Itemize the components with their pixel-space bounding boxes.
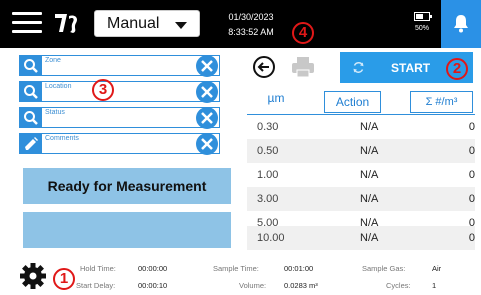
sample-time-label: Sample Time: [213, 264, 259, 273]
search-icon [20, 56, 42, 75]
callout-badge-4: 4 [292, 22, 314, 44]
chevron-down-icon [175, 22, 187, 29]
search-icon [20, 82, 42, 101]
start-label: START [391, 61, 431, 75]
table-row: 3.00 N/A 0 [247, 187, 475, 211]
close-icon [201, 60, 213, 72]
close-icon [201, 138, 213, 150]
table-row: 1.00 N/A 0 [247, 163, 475, 187]
table-row: 0.50 N/A 0 [247, 139, 475, 163]
zone-field[interactable]: Zone [19, 55, 220, 77]
size-cell: 3.00 [257, 193, 279, 205]
action-cell: N/A [360, 145, 379, 157]
back-button[interactable] [253, 56, 275, 78]
start-delay-value: 00:00:10 [138, 281, 168, 290]
bell-icon [454, 15, 468, 33]
top-bar: Manual 01/30/2023 8:33:52 AM 50% [0, 0, 481, 48]
count-cell: 0 [468, 232, 475, 244]
secondary-button[interactable] [23, 212, 231, 248]
hold-time-value: 00:00:00 [138, 264, 168, 273]
arrow-left-icon [257, 62, 269, 72]
size-column-header: µm [267, 91, 285, 105]
clear-location-button[interactable] [196, 81, 218, 103]
menu-icon[interactable] [12, 12, 42, 34]
status-field[interactable]: Status [19, 107, 220, 129]
tsi-logo-icon [52, 10, 82, 36]
battery-icon [414, 12, 432, 21]
count-column-header[interactable]: Σ #/m³ [410, 91, 473, 113]
location-field[interactable]: Location [19, 81, 220, 103]
callout-badge-2: 2 [446, 58, 468, 80]
sample-time-value: 00:01:00 [284, 264, 314, 273]
gear-icon [20, 263, 46, 289]
start-delay-label: Start Delay: [76, 281, 116, 290]
status-placeholder: Status [45, 109, 65, 116]
comments-field[interactable]: Comments [19, 133, 220, 155]
time-text: 8:33:52 AM [228, 27, 274, 37]
close-icon [201, 86, 213, 98]
search-icon [20, 108, 42, 127]
clear-status-button[interactable] [196, 107, 218, 129]
count-cell: 0 [468, 121, 475, 133]
action-cell: N/A [360, 169, 379, 181]
refresh-icon [353, 62, 364, 73]
location-placeholder: Location [45, 83, 72, 90]
size-cell: 0.50 [257, 145, 279, 157]
clear-zone-button[interactable] [196, 55, 218, 77]
close-icon [201, 112, 213, 124]
callout-badge-3: 3 [92, 79, 114, 101]
battery-percent: 50% [414, 25, 429, 32]
mode-label: Manual [107, 15, 160, 32]
settings-button[interactable] [19, 262, 47, 295]
size-cell: 10.00 [257, 232, 285, 244]
hold-time-label: Hold Time: [80, 264, 116, 273]
zone-placeholder: Zone [45, 57, 61, 64]
action-cell: N/A [360, 193, 379, 205]
count-cell: 0 [468, 169, 475, 181]
volume-label: Volume: [239, 281, 267, 290]
size-cell: 0.30 [257, 121, 279, 133]
table-row: 0.30 N/A 0 [247, 115, 475, 139]
volume-value: 0.0283 m³ [284, 281, 318, 290]
sample-gas-value: Air [432, 264, 442, 273]
count-cell: 0 [468, 193, 475, 205]
action-column-header[interactable]: Action [324, 91, 381, 113]
callout-badge-1: 1 [53, 268, 75, 290]
datetime: 01/30/2023 8:33:52 AM [221, 10, 281, 40]
pencil-icon [20, 134, 42, 153]
action-cell: N/A [360, 121, 379, 133]
date-text: 01/30/2023 [228, 12, 274, 22]
mode-dropdown[interactable]: Manual [94, 10, 200, 37]
clear-comments-button[interactable] [196, 133, 218, 155]
ready-status-button[interactable]: Ready for Measurement [23, 168, 231, 204]
action-cell: N/A [360, 232, 379, 244]
cycles-value: 1 [432, 281, 437, 290]
count-cell: 0 [468, 145, 475, 157]
notification-button[interactable] [441, 0, 481, 48]
battery-status: 50% [404, 12, 440, 32]
table-row: 10.00 N/A 0 [247, 226, 475, 250]
comments-placeholder: Comments [45, 135, 79, 142]
size-cell: 1.00 [257, 169, 279, 181]
printer-icon[interactable] [290, 56, 316, 83]
cycles-label: Cycles: [386, 281, 411, 290]
sample-gas-label: Sample Gas: [362, 264, 406, 273]
